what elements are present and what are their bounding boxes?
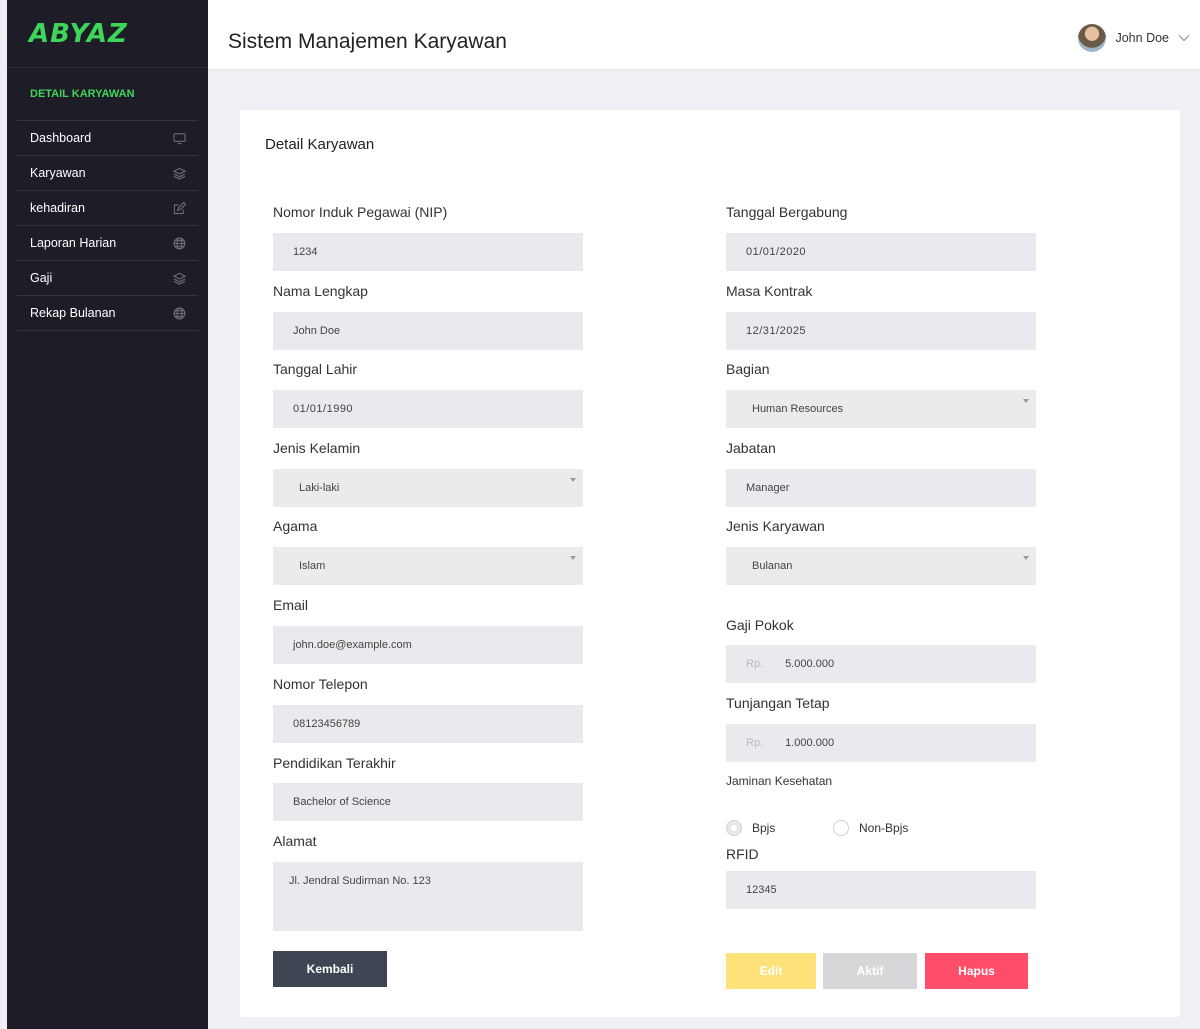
masa-kontrak-label: Masa Kontrak xyxy=(726,283,813,299)
alamat-label: Alamat xyxy=(273,833,317,849)
aktif-button[interactable]: Aktif xyxy=(823,953,917,989)
logo-text: ABYAZ xyxy=(29,18,128,49)
radio-non-bpjs[interactable]: Non-Bpjs xyxy=(833,820,908,836)
jenis-karyawan-select[interactable]: Bulanan xyxy=(726,547,1036,585)
sidebar-item-dashboard[interactable]: Dashboard xyxy=(17,121,198,156)
sidebar-item-label: Dashboard xyxy=(30,131,92,145)
tunjangan-field[interactable]: Rp. 1.000.000 xyxy=(726,724,1036,762)
jenis-kelamin-value: Laki-laki xyxy=(299,482,340,494)
tanggal-lahir-value: 01/01/1990 xyxy=(293,403,354,415)
radio-bpjs[interactable]: Bpjs xyxy=(726,820,775,836)
jenis-kelamin-label: Jenis Kelamin xyxy=(273,440,361,456)
layers-icon xyxy=(173,272,186,285)
card-title: Detail Karyawan xyxy=(265,136,375,153)
gaji-pokok-label: Gaji Pokok xyxy=(726,617,794,633)
email-label: Email xyxy=(273,597,309,613)
sidebar-item-label: Laporan Harian xyxy=(30,236,117,250)
sidebar-item-gaji[interactable]: Gaji xyxy=(17,261,198,296)
tanggal-lahir-label: Tanggal Lahir xyxy=(273,361,358,377)
gaji-pokok-field[interactable]: Rp. 5.000.000 xyxy=(726,645,1036,683)
tanggal-bergabung-field[interactable]: 01/01/2020 xyxy=(726,233,1036,271)
jabatan-label: Jabatan xyxy=(726,440,776,456)
nip-field[interactable]: 1234 xyxy=(273,233,583,271)
alamat-value: Jl. Jendral Sudirman No. 123 xyxy=(289,875,431,887)
telepon-label: Nomor Telepon xyxy=(273,676,368,692)
sidebar-item-laporan-harian[interactable]: Laporan Harian xyxy=(17,226,198,261)
agama-label: Agama xyxy=(273,518,318,534)
rfid-field[interactable]: 12345 xyxy=(726,871,1036,909)
jenis-karyawan-value: Bulanan xyxy=(752,560,793,572)
currency-prefix: Rp. xyxy=(746,658,764,670)
caret-down-icon xyxy=(1023,556,1029,560)
sidebar-nav: Dashboard Karyawan kehadiran Laporan Har… xyxy=(17,120,198,331)
sidebar: ABYAZ DETAIL KARYAWAN Dashboard Karyawan… xyxy=(7,0,208,1029)
radio-circle[interactable] xyxy=(833,820,849,836)
user-menu[interactable]: John Doe xyxy=(1078,24,1190,52)
jenis-karyawan-label: Jenis Karyawan xyxy=(726,518,825,534)
nama-field[interactable]: John Doe xyxy=(273,312,583,350)
masa-kontrak-field[interactable]: 12/31/2025 xyxy=(726,312,1036,350)
caret-down-icon xyxy=(1023,399,1029,403)
page-title: Sistem Manajemen Karyawan xyxy=(228,30,507,53)
masa-kontrak-value: 12/31/2025 xyxy=(746,325,807,337)
globe-icon xyxy=(173,307,186,319)
chevron-down-icon xyxy=(1178,35,1190,42)
bagian-value: Human Resources xyxy=(752,403,844,415)
email-field[interactable]: john.doe@example.com xyxy=(273,626,583,664)
tanggal-lahir-field[interactable]: 01/01/1990 xyxy=(273,390,583,428)
pendidikan-label: Pendidikan Terakhir xyxy=(273,755,396,771)
layers-icon xyxy=(173,167,186,180)
globe-icon xyxy=(173,237,186,249)
tanggal-bergabung-value: 01/01/2020 xyxy=(746,246,807,258)
kembali-button[interactable]: Kembali xyxy=(273,951,387,987)
pendidikan-value: Bachelor of Science xyxy=(293,796,391,808)
nama-value: John Doe xyxy=(293,325,341,337)
pendidikan-field[interactable]: Bachelor of Science xyxy=(273,783,583,821)
telepon-value: 08123456789 xyxy=(293,718,361,730)
tanggal-bergabung-label: Tanggal Bergabung xyxy=(726,204,848,220)
nip-label: Nomor Induk Pegawai (NIP) xyxy=(273,204,448,220)
bagian-label: Bagian xyxy=(726,361,770,377)
rfid-value: 12345 xyxy=(746,884,777,896)
jaminan-label: Jaminan Kesehatan xyxy=(726,774,833,788)
radio-circle[interactable] xyxy=(726,820,742,836)
jabatan-field[interactable]: Manager xyxy=(726,469,1036,507)
sidebar-item-label: Gaji xyxy=(30,271,53,285)
sidebar-item-label: kehadiran xyxy=(30,201,85,215)
edit-icon xyxy=(173,201,186,214)
sidebar-item-kehadiran[interactable]: kehadiran xyxy=(17,191,198,226)
jabatan-value: Manager xyxy=(746,482,790,494)
radio-label: Non-Bpjs xyxy=(859,821,909,835)
top-bar: Sistem Manajemen Karyawan John Doe xyxy=(208,0,1200,70)
caret-down-icon xyxy=(570,478,576,482)
sidebar-item-karyawan[interactable]: Karyawan xyxy=(17,156,198,191)
radio-label: Bpjs xyxy=(752,821,776,835)
edit-button[interactable]: Edit xyxy=(726,953,816,989)
sidebar-item-label: Karyawan xyxy=(30,166,86,180)
gaji-pokok-value: 5.000.000 xyxy=(785,658,835,670)
nip-value: 1234 xyxy=(293,246,318,258)
user-name: John Doe xyxy=(1115,31,1169,45)
sidebar-item-rekap-bulanan[interactable]: Rekap Bulanan xyxy=(17,296,198,331)
agama-value: Islam xyxy=(299,560,326,572)
email-value: john.doe@example.com xyxy=(293,639,412,651)
alamat-textarea[interactable]: Jl. Jendral Sudirman No. 123 xyxy=(273,862,583,931)
avatar xyxy=(1078,24,1107,52)
hapus-button[interactable]: Hapus xyxy=(925,953,1028,989)
brand-logo[interactable]: ABYAZ xyxy=(7,0,208,68)
nama-label: Nama Lengkap xyxy=(273,283,368,299)
currency-prefix: Rp. xyxy=(746,737,764,749)
detail-card: Detail Karyawan Nomor Induk Pegawai (NIP… xyxy=(240,110,1180,1017)
tunjangan-label: Tunjangan Tetap xyxy=(726,695,830,711)
agama-select[interactable]: Islam xyxy=(273,547,583,585)
sidebar-item-label: Rekap Bulanan xyxy=(30,306,116,320)
bagian-select[interactable]: Human Resources xyxy=(726,390,1036,428)
rfid-label: RFID xyxy=(726,846,759,862)
caret-down-icon xyxy=(570,556,576,560)
telepon-field[interactable]: 08123456789 xyxy=(273,705,583,743)
monitor-icon xyxy=(173,132,186,144)
tunjangan-value: 1.000.000 xyxy=(785,737,835,749)
jenis-kelamin-select[interactable]: Laki-laki xyxy=(273,469,583,507)
sidebar-section-title: DETAIL KARYAWAN xyxy=(30,88,135,100)
